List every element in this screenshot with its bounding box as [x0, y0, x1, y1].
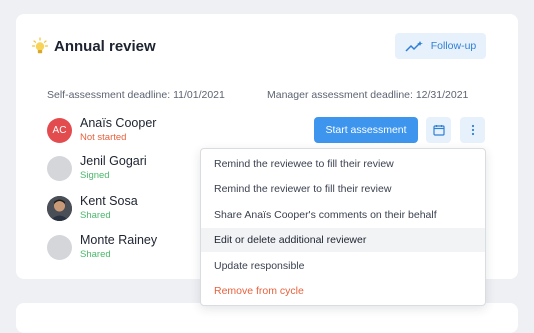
- person-row: Kent Sosa Shared: [47, 194, 138, 222]
- card-header: Annual review: [32, 37, 156, 55]
- status-text: Shared: [80, 210, 111, 221]
- actions-dropdown-menu: Remind the reviewee to fill their review…: [200, 148, 486, 306]
- more-actions-button[interactable]: [460, 117, 485, 143]
- menu-item-remove-from-cycle[interactable]: Remove from cycle: [201, 279, 485, 303]
- person-photo-icon: [47, 195, 72, 221]
- lightbulb-icon: [32, 37, 48, 54]
- calendar-button[interactable]: [426, 117, 451, 143]
- follow-up-button[interactable]: Follow-up: [395, 33, 486, 59]
- next-card: [16, 303, 518, 333]
- menu-item-update-responsible[interactable]: Update responsible: [201, 254, 485, 278]
- avatar: [47, 234, 72, 260]
- status-text: Shared: [80, 249, 111, 260]
- status-text: Not started: [80, 132, 127, 143]
- menu-item-share-comments[interactable]: Share Anaïs Cooper's comments on their b…: [201, 203, 485, 227]
- avatar: [47, 155, 72, 181]
- more-vertical-icon: [471, 124, 474, 136]
- person-row: AC Anaïs Cooper Not started: [47, 116, 156, 144]
- avatar: [47, 195, 72, 221]
- person-name: Monte Rainey: [80, 233, 158, 247]
- trend-icon: [405, 41, 423, 52]
- menu-item-edit-reviewer[interactable]: Edit or delete additional reviewer: [201, 228, 485, 252]
- manager-assessment-deadline: Manager assessment deadline: 12/31/2021: [267, 89, 469, 101]
- status-text: Signed: [80, 170, 110, 181]
- person-name: Anaïs Cooper: [80, 116, 157, 130]
- self-assessment-deadline: Self-assessment deadline: 11/01/2021: [47, 89, 225, 101]
- person-row: Jenil Gogari Signed: [47, 154, 147, 182]
- start-assessment-button[interactable]: Start assessment: [314, 117, 418, 143]
- person-row: Monte Rainey Shared: [47, 233, 157, 261]
- menu-item-remind-reviewee[interactable]: Remind the reviewee to fill their review: [201, 152, 485, 176]
- card-title: Annual review: [54, 37, 156, 55]
- calendar-icon: [432, 125, 445, 136]
- person-name: Jenil Gogari: [80, 154, 147, 168]
- follow-up-label: Follow-up: [430, 40, 477, 52]
- menu-item-remind-reviewer[interactable]: Remind the reviewer to fill their review: [201, 177, 485, 201]
- avatar: AC: [47, 117, 72, 143]
- person-name: Kent Sosa: [80, 194, 138, 208]
